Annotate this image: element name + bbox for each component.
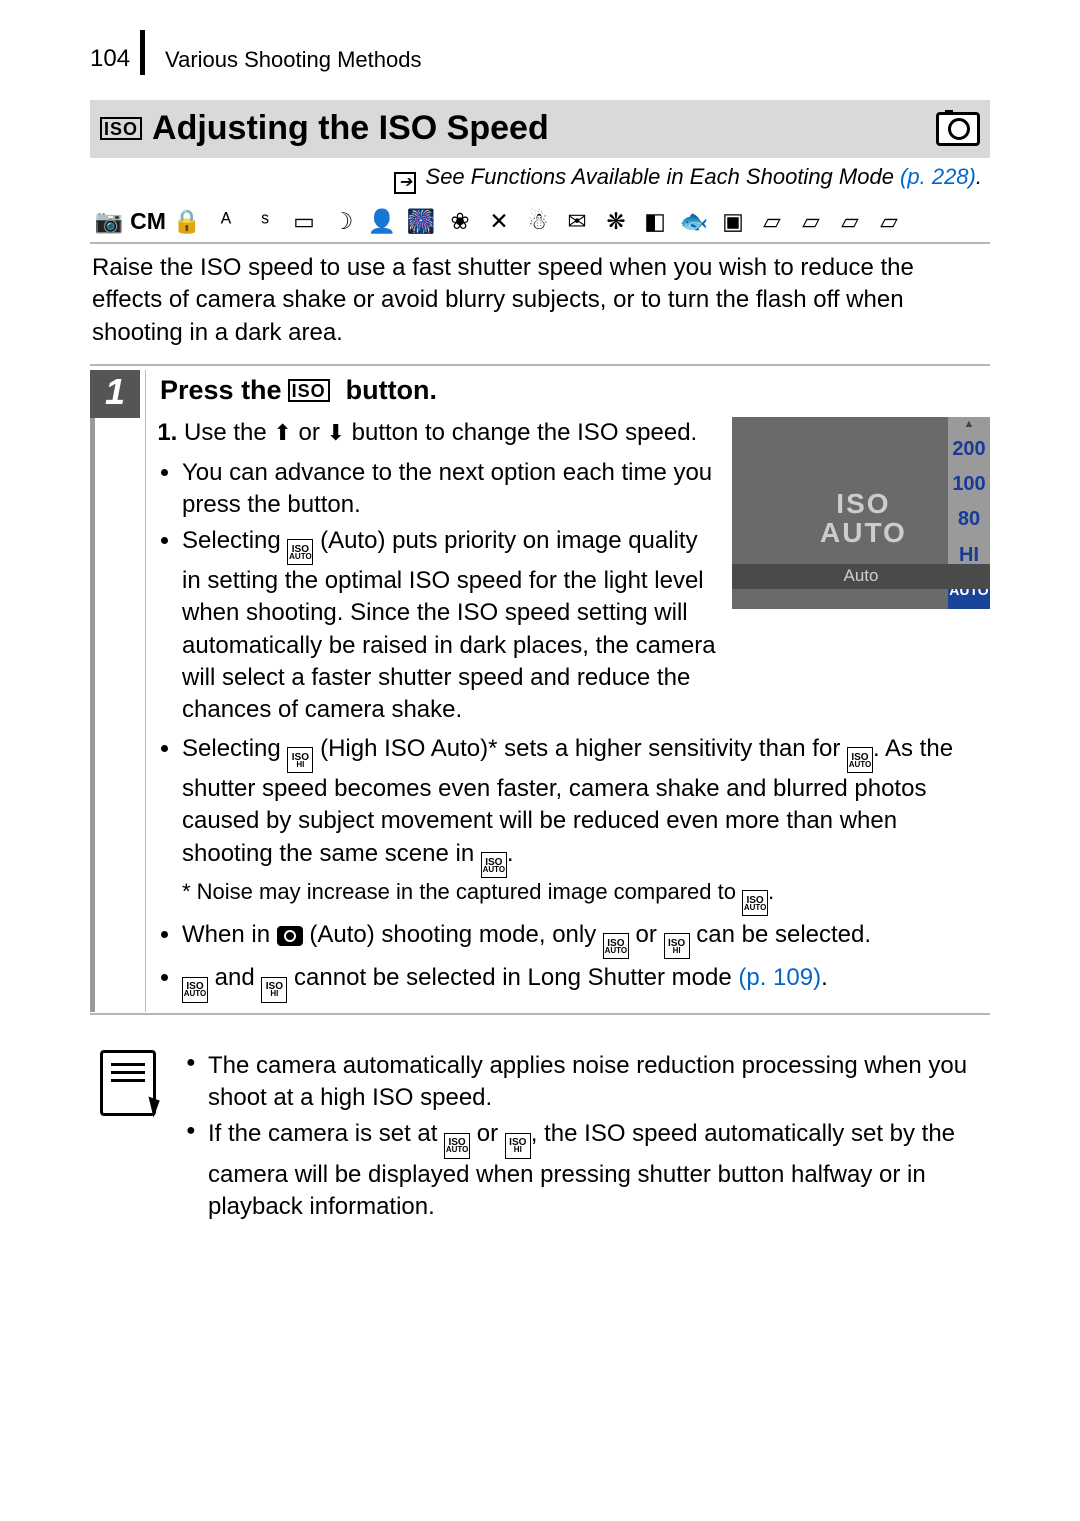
- bullet: ISOAUTO and ISOHI cannot be selected in …: [182, 962, 990, 1002]
- note-icon: [100, 1050, 156, 1116]
- mode-icon: ▱: [835, 207, 865, 237]
- footnote: * Noise may increase in the captured ima…: [182, 877, 990, 916]
- step-title: Press the ISO button.: [160, 372, 990, 408]
- arrow-box-icon: ➔: [394, 172, 416, 194]
- bullet: When in (Auto) shooting mode, only ISOAU…: [182, 919, 990, 959]
- substep: Use the ⬆ or ⬇ button to change the ISO …: [184, 417, 720, 449]
- bullet: Selecting ISOHI (High ISO Auto)* sets a …: [182, 733, 990, 916]
- see-text: See Functions Available in Each Shooting…: [426, 164, 901, 189]
- iso-option: 100: [948, 467, 990, 502]
- chapter-title: Various Shooting Methods: [145, 45, 421, 75]
- section-title: Adjusting the ISO Speed: [152, 106, 549, 152]
- iso-icon: ISO: [288, 379, 330, 402]
- mode-icon: ˢ: [250, 207, 280, 237]
- mode-icon: ▱: [874, 207, 904, 237]
- mode-icon: 🎆: [406, 207, 436, 237]
- bullet: You can advance to the next option each …: [182, 457, 720, 522]
- up-arrow-icon: ⬆: [273, 420, 291, 445]
- iso-auto-icon: ISOAUTO: [847, 747, 873, 773]
- iso-auto-icon: ISOAUTO: [603, 933, 629, 959]
- mode-icon: 🔒: [172, 207, 202, 237]
- mode-icon: ☽: [328, 207, 358, 237]
- mode-icon: ❋: [601, 207, 631, 237]
- shooting-mode-icon-strip: 📷 CM 🔒 ᴬ ˢ ▭ ☽ 👤 🎆 ❀ ✕ ☃ ✉ ❋ ◧ 🐟 ▣ ▱ ▱ ▱…: [90, 202, 990, 244]
- iso-hi-icon: ISOHI: [261, 977, 287, 1003]
- section-title-bar: ISO Adjusting the ISO Speed: [90, 100, 990, 158]
- mode-icon: ▱: [757, 207, 787, 237]
- iso-hi-icon: ISOHI: [287, 747, 313, 773]
- page-header: 104 Various Shooting Methods: [90, 30, 990, 75]
- mode-icon: ◧: [640, 207, 670, 237]
- lcd-preview: ▲ 200 100 80 HI AUTO ISOAUTO Auto: [732, 417, 990, 609]
- page-link[interactable]: (p. 109): [738, 964, 821, 991]
- mode-icon: CM: [133, 207, 163, 237]
- camera-icon: [936, 112, 980, 146]
- see-reference: ➔ See Functions Available in Each Shooti…: [90, 158, 990, 202]
- iso-icon: ISO: [100, 117, 142, 140]
- note-item: The camera automatically applies noise r…: [186, 1050, 980, 1115]
- down-arrow-icon: ⬇: [327, 420, 345, 445]
- mode-icon: ☃: [523, 207, 553, 237]
- see-link[interactable]: (p. 228): [900, 164, 976, 189]
- mode-icon: ᴬ: [211, 207, 241, 237]
- mode-icon: ▱: [796, 207, 826, 237]
- iso-auto-icon: ISOAUTO: [481, 852, 507, 878]
- iso-auto-icon: ISOAUTO: [444, 1133, 470, 1159]
- iso-auto-icon: ISOAUTO: [742, 890, 768, 916]
- iso-hi-icon: ISOHI: [664, 933, 690, 959]
- iso-option: 200: [948, 431, 990, 466]
- iso-option: 80: [948, 502, 990, 537]
- mode-icon: ❀: [445, 207, 475, 237]
- step-1: 1 Press the ISO button. Use the ⬆ or ⬇ b…: [90, 364, 990, 1012]
- page-number: 104: [90, 30, 145, 75]
- mode-icon: 👤: [367, 207, 397, 237]
- mode-icon: ✉: [562, 207, 592, 237]
- note-item: If the camera is set at ISOAUTO or ISOHI…: [186, 1118, 980, 1223]
- camera-icon: [277, 926, 303, 946]
- step-number: 1: [90, 370, 140, 418]
- lcd-bar-label: Auto: [732, 564, 990, 589]
- mode-icon: ▣: [718, 207, 748, 237]
- iso-hi-icon: ISOHI: [505, 1133, 531, 1159]
- lcd-center-label: ISOAUTO: [820, 489, 907, 548]
- mode-icon: ✕: [484, 207, 514, 237]
- mode-icon: 📷: [94, 207, 124, 237]
- note-block: The camera automatically applies noise r…: [100, 1050, 980, 1228]
- intro-text: Raise the ISO speed to use a fast shutte…: [92, 252, 988, 349]
- mode-icon: ▭: [289, 207, 319, 237]
- iso-auto-icon: ISOAUTO: [287, 539, 313, 565]
- mode-icon: 🐟: [679, 207, 709, 237]
- bullet: Selecting ISOAUTO (Auto) puts priority o…: [182, 525, 720, 727]
- iso-auto-icon: ISOAUTO: [182, 977, 208, 1003]
